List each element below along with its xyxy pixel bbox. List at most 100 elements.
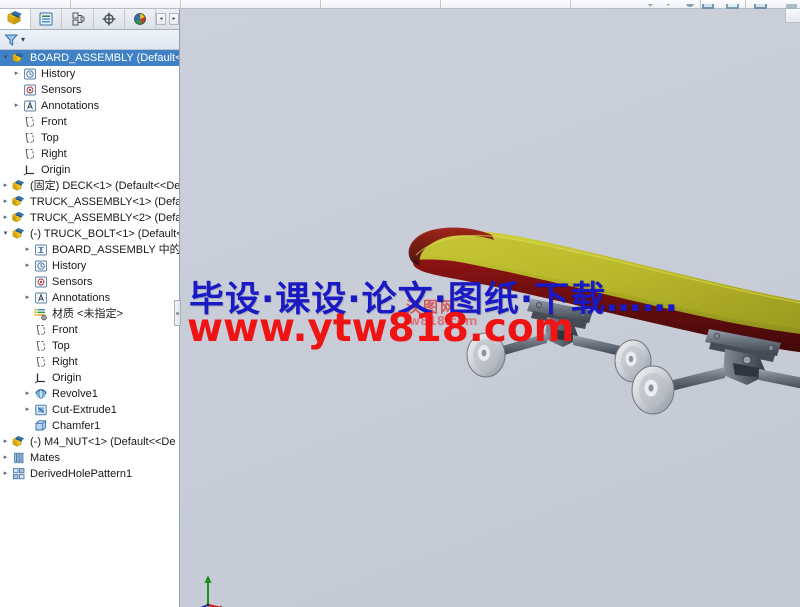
- chevron-right-icon[interactable]: ▸: [0, 194, 11, 210]
- subassembly-icon: [11, 211, 27, 225]
- chevron-right-icon[interactable]: ▸: [22, 258, 33, 274]
- chevron-right-icon[interactable]: ▸: [0, 466, 11, 482]
- tree-item[interactable]: ▸ Cut-Extrude1: [0, 402, 179, 418]
- tree-item[interactable]: ▸ History: [0, 258, 179, 274]
- chevron-right-icon[interactable]: ▸: [0, 210, 11, 226]
- plane-icon: [25, 149, 35, 159]
- tree-item[interactable]: Top: [0, 338, 179, 354]
- tab-scroll-left[interactable]: ◂: [156, 12, 167, 25]
- mates-folder-icon: [35, 244, 47, 256]
- revolve-icon: [35, 389, 47, 399]
- tree-item[interactable]: ▸ Revolve1: [0, 386, 179, 402]
- tab-property-manager[interactable]: [31, 9, 63, 29]
- plane-icon: [25, 117, 35, 127]
- part-icon: [12, 436, 25, 447]
- view-toolbar-fragment[interactable]: [640, 0, 800, 9]
- tree-item-label: Revolve1: [52, 388, 98, 400]
- chevron-down-icon[interactable]: ▾: [0, 226, 11, 242]
- material-icon: [33, 307, 49, 321]
- tab-configuration-manager[interactable]: [62, 9, 94, 29]
- tree-item-label: Right: [52, 356, 78, 368]
- tab-scroll-right[interactable]: ▸: [169, 12, 179, 25]
- chevron-right-icon[interactable]: ▸: [22, 386, 33, 402]
- filter-dropdown-arrow[interactable]: ▾: [21, 35, 25, 44]
- design-tree[interactable]: ▾ BOARD_ASSEMBLY (Default<Defa ▸ History Sen…: [0, 50, 179, 606]
- display-manager-icon: [102, 12, 116, 25]
- tree-item-label: TRUCK_ASSEMBLY<2> (Defaul: [30, 212, 179, 224]
- chevron-right-icon[interactable]: ▸: [11, 66, 22, 82]
- chevron-right-icon[interactable]: ▸: [0, 434, 11, 450]
- tree-item[interactable]: ▸ TRUCK_ASSEMBLY<1> (Defaul: [0, 194, 179, 210]
- cut-extrude-icon: [33, 403, 49, 417]
- tree-item[interactable]: ▸ (-) M4_NUT<1> (Default<<De: [0, 434, 179, 450]
- solidworks-window: ◂ ▸ ▾ ▾ BOARD_ASSEMBLY (Default<Defa ▸ Hist…: [0, 0, 800, 607]
- wheel-rear-left: [631, 365, 675, 415]
- tree-item[interactable]: Front: [0, 322, 179, 338]
- tree-item[interactable]: ▾ BOARD_ASSEMBLY (Default<Defa: [0, 50, 179, 66]
- tree-item[interactable]: Top: [0, 130, 179, 146]
- chevron-right-icon[interactable]: ▸: [22, 242, 33, 258]
- mates-folder-icon: [33, 243, 49, 257]
- tree-item[interactable]: ▾ (-) TRUCK_BOLT<1> (Default<: [0, 226, 179, 242]
- chevron-right-icon[interactable]: ▸: [0, 178, 11, 194]
- chevron-right-icon[interactable]: ▸: [0, 450, 11, 466]
- tree-item[interactable]: ▸ (固定) DECK<1> (Default<<De: [0, 178, 179, 194]
- tree-item-label: Top: [52, 340, 70, 352]
- derived-pattern-icon: [12, 468, 25, 480]
- filter-funnel-icon[interactable]: [4, 33, 19, 47]
- tab-scroll-controls[interactable]: ◂ ▸: [156, 9, 179, 29]
- tree-item-label: (-) TRUCK_BOLT<1> (Default<: [30, 228, 179, 240]
- plane-icon: [22, 147, 38, 161]
- derived-pattern-icon: [11, 467, 27, 481]
- mates-icon: [14, 452, 24, 464]
- tree-item-label: 材质 <未指定>: [52, 308, 123, 320]
- annotations-icon: [24, 100, 36, 112]
- tree-item[interactable]: Front: [0, 114, 179, 130]
- tree-item[interactable]: ▸ History: [0, 66, 179, 82]
- tree-item[interactable]: Sensors: [0, 82, 179, 98]
- chevron-right-icon[interactable]: ▸: [22, 402, 33, 418]
- part-icon: [11, 227, 27, 241]
- panel-splitter-handle[interactable]: [174, 300, 181, 326]
- tree-item-label: Mates: [30, 452, 60, 464]
- tab-design-tree[interactable]: [0, 9, 32, 29]
- manager-tab-bar[interactable]: ◂ ▸: [0, 9, 179, 30]
- plane-icon: [33, 323, 49, 337]
- tree-item-label: (固定) DECK<1> (Default<<De: [30, 180, 179, 192]
- tree-item-label: Origin: [52, 372, 82, 384]
- tree-item[interactable]: ▸ DerivedHolePattern1: [0, 466, 179, 482]
- tree-item[interactable]: Sensors: [0, 274, 179, 290]
- tree-item[interactable]: Origin: [0, 162, 179, 178]
- chevron-right-icon[interactable]: ▸: [22, 290, 33, 306]
- graphics-viewport[interactable]: 汉图网 w818.com 毕设·课设·论文·图纸·下载…… www.ytw818…: [181, 9, 800, 607]
- plane-icon: [33, 355, 49, 369]
- tree-filter-bar[interactable]: ▾: [0, 30, 179, 50]
- chevron-down-icon[interactable]: ▾: [0, 50, 11, 66]
- tree-item[interactable]: 材质 <未指定>: [0, 306, 179, 322]
- tree-item[interactable]: Origin: [0, 370, 179, 386]
- tree-item[interactable]: ▸ Annotations: [0, 290, 179, 306]
- tree-item[interactable]: ▸ TRUCK_ASSEMBLY<2> (Defaul: [0, 210, 179, 226]
- tree-item[interactable]: Chamfer1: [0, 418, 179, 434]
- tree-item-label: History: [52, 260, 87, 272]
- tree-item[interactable]: ▸ BOARD_ASSEMBLY 中的配合: [0, 242, 179, 258]
- tree-item[interactable]: Right: [0, 354, 179, 370]
- tree-item-label: Right: [41, 148, 67, 160]
- sensors-icon: [22, 83, 38, 97]
- tree-item[interactable]: ▸ Annotations: [0, 98, 179, 114]
- subassembly-icon: [12, 211, 25, 223]
- chevron-right-icon[interactable]: ▸: [11, 98, 22, 114]
- mates-icon: [11, 451, 27, 465]
- part-icon: [11, 435, 27, 449]
- part-icon: [12, 228, 25, 239]
- tree-item-label: Chamfer1: [52, 420, 101, 432]
- tab-display-manager[interactable]: [93, 9, 125, 29]
- plane-icon: [36, 325, 46, 335]
- origin-icon: [22, 163, 38, 177]
- chamfer-icon: [33, 419, 49, 433]
- configuration-manager-icon: [72, 12, 84, 25]
- appearance-color-wheel-icon: [134, 12, 146, 25]
- tree-item[interactable]: ▸ Mates: [0, 450, 179, 466]
- tree-item[interactable]: Right: [0, 146, 179, 162]
- tab-appearance-manager[interactable]: [124, 9, 157, 29]
